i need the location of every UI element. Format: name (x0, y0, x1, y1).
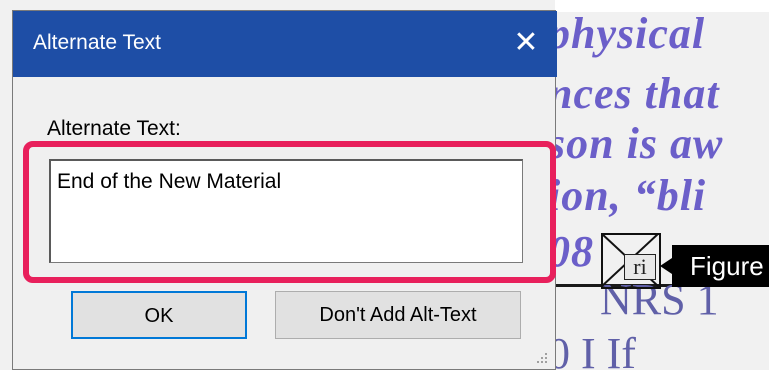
alt-text-input[interactable]: End of the New Material (49, 159, 523, 263)
document-line-4: ion, “bli (548, 171, 707, 220)
document-line-1: physical (548, 9, 706, 58)
document-bottom-text: 0 I If (548, 329, 636, 378)
alternate-text-dialog: Alternate Text ✕ Alternate Text: End of … (12, 10, 557, 370)
tooltip-arrow (660, 258, 672, 274)
figure-icon: ri (624, 254, 656, 280)
ok-button[interactable]: OK (71, 291, 247, 339)
figure-tooltip: Figure (672, 245, 769, 287)
dialog-titlebar[interactable]: Alternate Text ✕ (13, 11, 557, 77)
close-icon[interactable]: ✕ (507, 25, 545, 61)
alt-text-label: Alternate Text: (47, 117, 181, 140)
document-line-2: nces that (548, 69, 720, 118)
document-line-3: son is aw (548, 119, 724, 168)
resize-grip-icon[interactable] (535, 351, 547, 363)
dialog-title: Alternate Text (33, 31, 162, 54)
dont-add-alt-text-button[interactable]: Don't Add Alt-Text (275, 291, 521, 339)
